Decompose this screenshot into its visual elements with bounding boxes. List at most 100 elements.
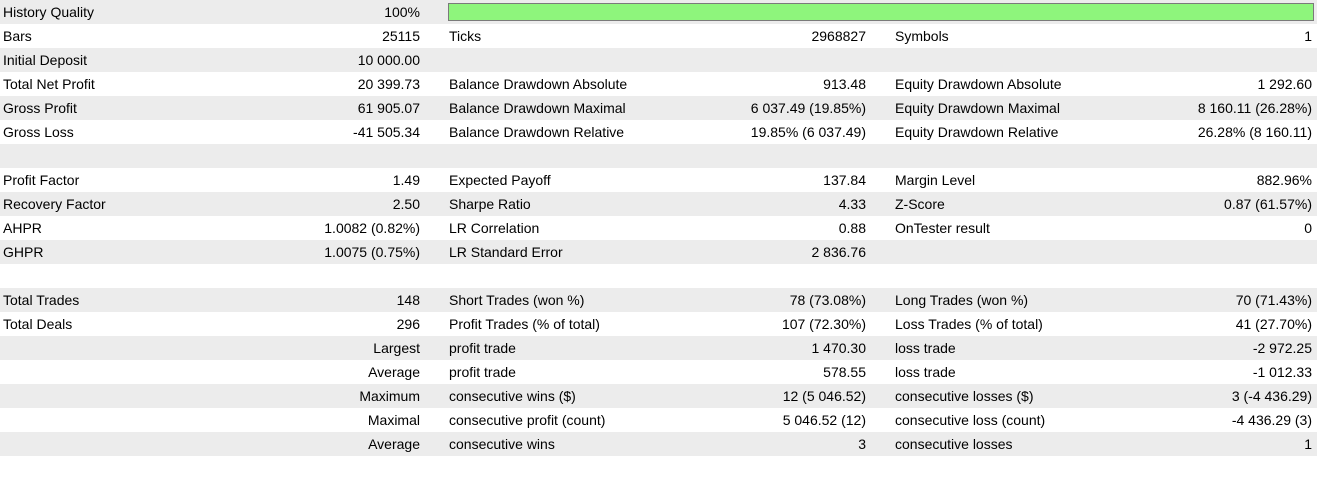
- stat-value: 10 000.00: [357, 52, 420, 68]
- table-row: Maximum consecutive wins ($) 12 (5 046.52)…: [0, 384, 1317, 408]
- table-row: Total Deals 296 Profit Trades (% of total)…: [0, 312, 1317, 336]
- backtest-report: History Quality 100% Bars 25115 Ticks 29688…: [0, 0, 1317, 480]
- stat-value: [1100, 264, 1312, 288]
- stat-label: GHPR: [3, 244, 44, 260]
- stat-value: 2968827: [811, 28, 866, 44]
- stat-label: Balance Drawdown Maximal: [449, 100, 626, 116]
- stat-value: [1100, 456, 1312, 480]
- stat-label: [3, 336, 293, 360]
- table-row: Total Trades 148 Short Trades (won %) 78 (7…: [0, 288, 1317, 312]
- stat-value: 0: [1304, 220, 1312, 236]
- stat-value: [700, 264, 866, 288]
- stat-value: 296: [396, 316, 420, 332]
- stat-label: profit trade: [449, 364, 516, 380]
- stat-value: [290, 264, 420, 288]
- stat-value: 137.84: [823, 172, 866, 188]
- stat-value: [290, 144, 420, 168]
- stat-value: 1: [1304, 436, 1312, 452]
- stat-value: 913.48: [823, 76, 866, 92]
- stat-value: Average: [368, 364, 420, 380]
- stat-label: [449, 456, 739, 480]
- stat-value: [290, 456, 420, 480]
- stat-value: 19.85% (6 037.49): [750, 124, 866, 140]
- stat-label: [3, 432, 293, 456]
- table-row: [0, 264, 1317, 288]
- stat-value: [1100, 240, 1312, 264]
- stat-value: 41 (27.70%): [1235, 316, 1312, 332]
- stat-label: LR Standard Error: [449, 244, 563, 260]
- stat-label: Balance Drawdown Absolute: [449, 76, 628, 92]
- stat-value: 0.88: [838, 220, 866, 236]
- table-row: Initial Deposit 10 000.00: [0, 48, 1317, 72]
- stat-value: 5 046.52 (12): [782, 412, 866, 428]
- stat-value: [700, 48, 866, 72]
- stat-label: Expected Payoff: [449, 172, 551, 188]
- stat-value: -2 972.25: [1252, 340, 1312, 356]
- stat-value: 8 160.11 (26.28%): [1197, 100, 1312, 116]
- stat-value: [1100, 48, 1312, 72]
- stat-label: [3, 408, 293, 432]
- stat-value: 882.96%: [1256, 172, 1312, 188]
- stat-label: Gross Profit: [3, 100, 77, 116]
- stat-label: Bars: [3, 28, 32, 44]
- stat-value: 20 399.73: [357, 76, 420, 92]
- table-row: GHPR 1.0075 (0.75%) LR Standard Error 2 836…: [0, 240, 1317, 264]
- stat-label: [3, 264, 293, 288]
- history-quality-row: History Quality 100%: [0, 0, 1317, 24]
- stat-label: Profit Factor: [3, 172, 80, 188]
- table-row: Total Net Profit 20 399.73 Balance Drawdow…: [0, 72, 1317, 96]
- stat-value: 0.87 (61.57%): [1224, 196, 1312, 212]
- table-row: Largest profit trade 1 470.30 loss trade -2 …: [0, 336, 1317, 360]
- stat-label: [449, 48, 739, 72]
- stat-value: 12 (5 046.52): [782, 388, 866, 404]
- stat-label: [3, 360, 293, 384]
- stat-label: consecutive wins: [449, 436, 555, 452]
- stat-label: Sharpe Ratio: [449, 196, 531, 212]
- stat-value: 1.0082 (0.82%): [324, 220, 420, 236]
- stat-value: 1 470.30: [811, 340, 867, 356]
- stat-value: 25115: [382, 28, 420, 44]
- stat-value: 3: [858, 436, 866, 452]
- stat-label: consecutive wins ($): [449, 388, 576, 404]
- stat-label: Initial Deposit: [3, 52, 88, 68]
- stat-value: -41 505.34: [353, 124, 420, 140]
- history-quality-label: History Quality: [3, 4, 95, 20]
- stat-value: -1 012.33: [1252, 364, 1312, 380]
- table-row: Recovery Factor 2.50 Sharpe Ratio 4.33 Z-Sco…: [0, 192, 1317, 216]
- stat-value: 3 (-4 436.29): [1231, 388, 1312, 404]
- stat-value: 4.33: [838, 196, 866, 212]
- stat-value: 1.49: [392, 172, 420, 188]
- stat-label: [449, 264, 739, 288]
- stat-value: [1100, 144, 1312, 168]
- table-row: Gross Loss -41 505.34 Balance Drawdown Rel…: [0, 120, 1317, 144]
- stat-label: Total Deals: [3, 316, 73, 332]
- stat-label: Total Net Profit: [3, 76, 95, 92]
- history-quality-bar: [448, 3, 1314, 21]
- stat-value: 2 836.76: [811, 244, 867, 260]
- stat-value: 26.28% (8 160.11): [1197, 124, 1312, 140]
- stat-label: Ticks: [449, 28, 482, 44]
- history-quality-value: 100%: [384, 4, 420, 20]
- stat-label: [3, 384, 293, 408]
- stat-value: Largest: [373, 340, 420, 356]
- stat-value: 70 (71.43%): [1235, 292, 1312, 308]
- stat-value: 2.50: [392, 196, 420, 212]
- stat-label: [3, 456, 293, 480]
- stat-label: AHPR: [3, 220, 42, 236]
- stat-label: Gross Loss: [3, 124, 74, 140]
- table-row: [0, 144, 1317, 168]
- table-row: Average consecutive wins 3 consecutive loss…: [0, 432, 1317, 456]
- table-row: Average profit trade 578.55 loss trade -1 01…: [0, 360, 1317, 384]
- stat-value: 1: [1304, 28, 1312, 44]
- table-row: Profit Factor 1.49 Expected Payoff 137.84 Ma…: [0, 168, 1317, 192]
- stat-value: -4 436.29 (3): [1231, 412, 1312, 428]
- stat-value: [700, 456, 866, 480]
- stat-value: Maximal: [367, 412, 420, 428]
- stat-label: Recovery Factor: [3, 196, 106, 212]
- stat-value: 1.0075 (0.75%): [324, 244, 420, 260]
- table-row: [0, 456, 1317, 480]
- stat-label: consecutive profit (count): [449, 412, 606, 428]
- stat-label: Short Trades (won %): [449, 292, 585, 308]
- stat-value: 578.55: [823, 364, 866, 380]
- stat-label: LR Correlation: [449, 220, 540, 236]
